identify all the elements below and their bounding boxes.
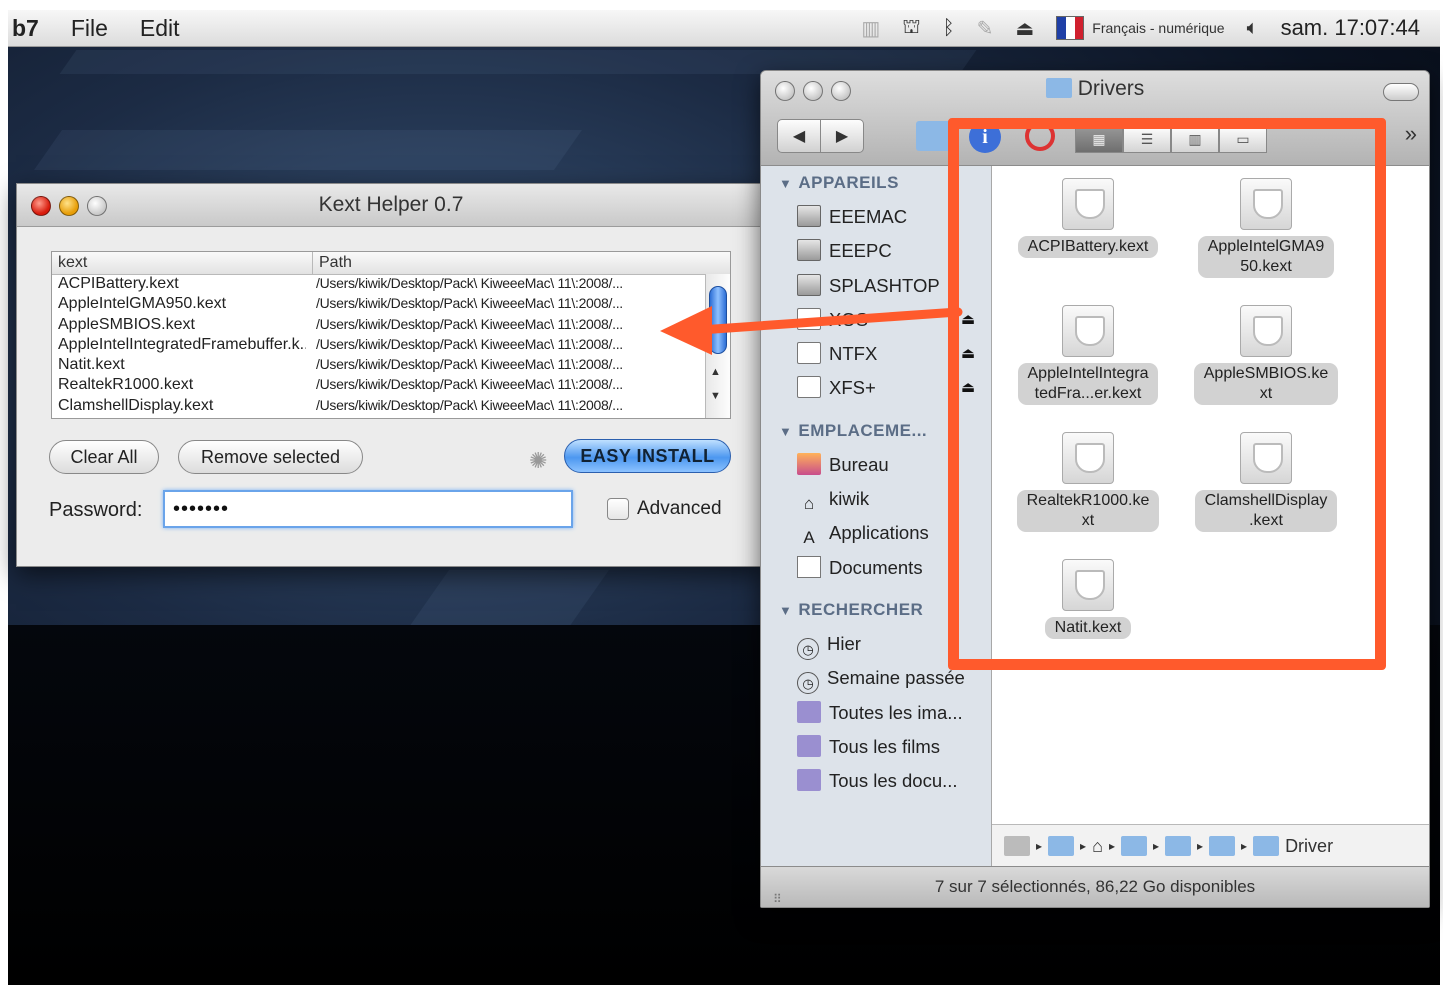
annotation-arrow bbox=[660, 306, 963, 355]
